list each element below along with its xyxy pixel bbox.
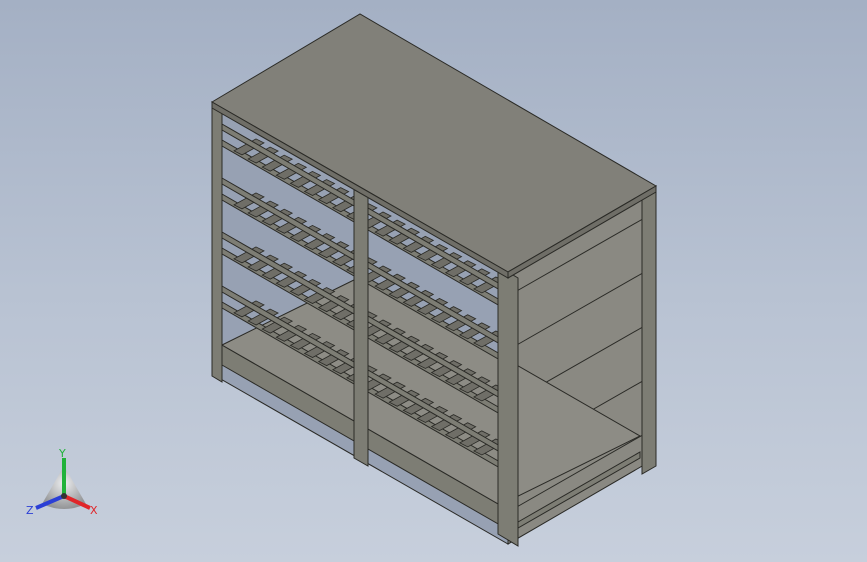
triad-x-label: X	[90, 504, 98, 517]
right-rear-upright	[641, 185, 657, 475]
triad-y-label: Y	[59, 447, 66, 460]
right-front-upright	[497, 265, 519, 547]
middle-upright	[353, 187, 369, 467]
triad-z-label: Z	[26, 504, 34, 517]
left-front-upright	[211, 101, 223, 383]
graphics-viewport[interactable]: Y X Z	[0, 0, 867, 562]
view-orientation-triad: Y X Z	[24, 448, 104, 524]
shelving-rack-model[interactable]	[0, 0, 867, 562]
